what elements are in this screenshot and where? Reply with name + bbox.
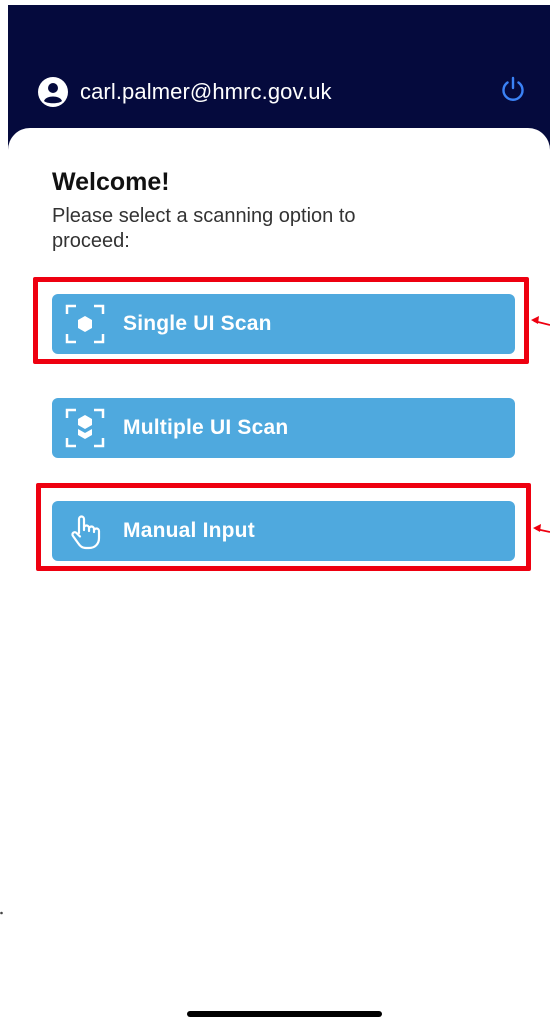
annotation-arrow-icon [531,316,550,326]
home-indicator[interactable] [187,1011,382,1017]
user-info: carl.palmer@hmrc.gov.uk [36,76,332,108]
content-sheet [8,128,550,1023]
logout-button[interactable] [496,74,530,108]
multiple-ui-scan-label: Multiple UI Scan [123,416,289,439]
user-account-icon [36,75,70,109]
welcome-heading: Welcome! [52,168,170,196]
highlight-box-manual-input [36,483,531,571]
left-margin [0,0,8,1023]
highlight-box-single-scan [33,277,529,364]
annotation-arrow-icon [533,524,550,533]
multiple-ui-scan-button[interactable]: Multiple UI Scan [52,398,515,458]
user-email: carl.palmer@hmrc.gov.uk [80,79,332,104]
power-icon [498,74,528,109]
multiple-scan-icon [63,406,107,450]
instructions-text: Please select a scanning option to proce… [52,205,356,252]
edge-mark [0,905,3,915]
